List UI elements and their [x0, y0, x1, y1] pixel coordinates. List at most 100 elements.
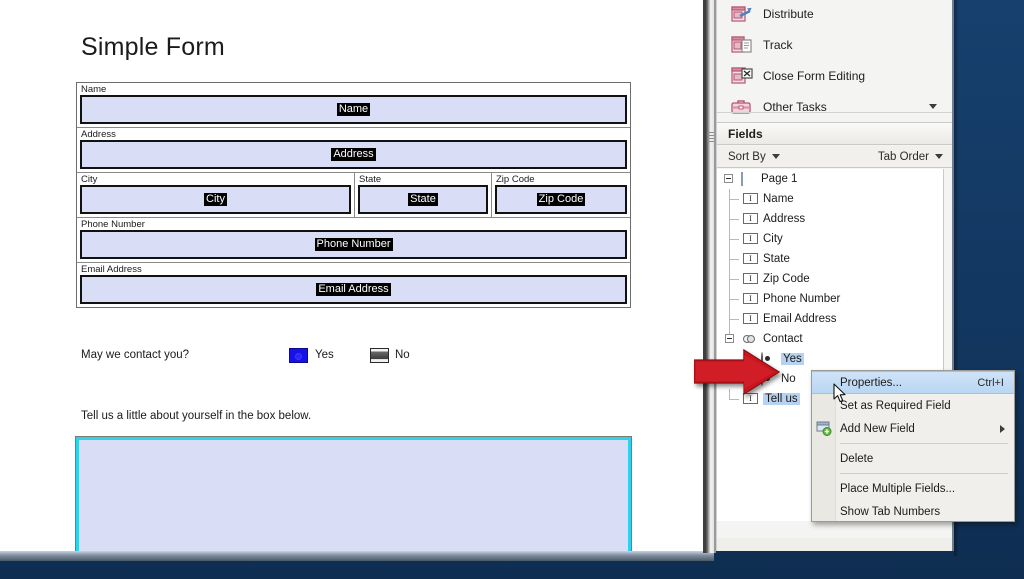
form-row-email: Email Address Email Address	[77, 263, 630, 307]
form-row-address: Address Address	[77, 128, 630, 173]
text-field-icon: I	[743, 232, 758, 246]
field-tag-zip: Zip Code	[536, 193, 586, 206]
tree-label-phone-number: Phone Number	[763, 293, 841, 305]
tree-item-contact[interactable]: Contact	[717, 329, 943, 349]
tree-item-phone-number[interactable]: I Phone Number	[717, 289, 943, 309]
sort-by-label: Sort By	[728, 150, 766, 163]
form-table: Name Name Address Address City City Stat…	[76, 82, 631, 308]
text-field-icon: I	[743, 252, 758, 266]
tree-label-email-address: Email Address	[763, 313, 837, 325]
annotation-arrow-icon	[693, 348, 781, 396]
tab-order-label: Tab Order	[877, 150, 929, 163]
task-list-divider	[717, 112, 952, 113]
about-instruction-label: Tell us a little about yourself in the b…	[81, 410, 312, 422]
field-label-address: Address	[81, 129, 116, 140]
fields-section-header: Fields	[717, 122, 952, 145]
chevron-down-icon	[771, 154, 780, 159]
field-widget-city[interactable]: City	[80, 185, 351, 214]
tree-item-name[interactable]: I Name	[717, 189, 943, 209]
task-item-distribute[interactable]: Distribute	[717, 0, 952, 29]
field-label-phone: Phone Number	[81, 219, 145, 230]
form-row-city-state-zip: City City State State Zip Code Zip Code	[77, 173, 630, 218]
expander-minus-icon[interactable]	[724, 174, 733, 183]
text-field-icon: I	[743, 312, 758, 326]
expander-minus-icon[interactable]	[725, 334, 734, 343]
field-widget-address[interactable]: Address	[80, 140, 627, 169]
about-textarea-widget[interactable]	[76, 437, 631, 555]
tree-label-zip-code: Zip Code	[763, 273, 810, 285]
tree-label-name: Name	[763, 193, 794, 205]
form-cell-address: Address Address	[77, 128, 630, 172]
field-tag-phone: Phone Number	[314, 238, 393, 251]
mouse-cursor-icon	[833, 383, 847, 404]
field-widget-name[interactable]: Name	[80, 95, 627, 124]
text-field-icon: I	[743, 292, 758, 306]
tree-item-email-address[interactable]: I Email Address	[717, 309, 943, 329]
chevron-down-icon	[935, 154, 943, 159]
field-tag-state: State	[408, 193, 438, 206]
field-widget-email[interactable]: Email Address	[80, 275, 627, 304]
tree-label-contact: Contact	[763, 333, 803, 345]
fields-sort-bar: Sort By Tab Order	[717, 146, 952, 168]
tree-item-state[interactable]: I State	[717, 249, 943, 269]
other-tasks-icon	[731, 97, 753, 117]
tree-item-zip-code[interactable]: I Zip Code	[717, 269, 943, 289]
context-menu-item-show-tab-numbers[interactable]: Show Tab Numbers	[812, 500, 1014, 523]
context-menu-item-place-multiple-fields[interactable]: Place Multiple Fields...	[812, 477, 1014, 500]
form-cell-zip: Zip Code Zip Code	[492, 173, 630, 217]
task-item-close-form-editing[interactable]: Close Form Editing	[717, 60, 952, 91]
tree-item-city[interactable]: I City	[717, 229, 943, 249]
text-field-icon: I	[743, 192, 758, 206]
context-menu-label-show-tab-numbers: Show Tab Numbers	[840, 505, 941, 518]
document-bottom-bar	[0, 551, 714, 561]
context-menu-label-place-multiple-fields: Place Multiple Fields...	[840, 482, 956, 495]
field-widget-zip[interactable]: Zip Code	[495, 185, 627, 214]
tree-label-no: No	[781, 373, 796, 385]
radio-no-widget[interactable]	[370, 348, 389, 363]
sort-by-dropdown[interactable]: Sort By	[728, 151, 780, 163]
tree-label-city: City	[763, 233, 783, 245]
tree-label-state: State	[763, 253, 790, 265]
text-field-icon: I	[743, 212, 758, 226]
distribute-icon	[731, 4, 753, 24]
field-tag-email: Email Address	[316, 283, 391, 296]
submenu-arrow-icon	[1000, 425, 1005, 433]
tree-item-page-1[interactable]: Page 1	[717, 169, 943, 189]
tree-item-address[interactable]: I Address	[717, 209, 943, 229]
panel-bottom-strip	[717, 538, 952, 551]
contact-question-row: May we contact you? Yes No	[81, 348, 641, 370]
form-row-phone: Phone Number Phone Number	[77, 218, 630, 263]
field-label-email: Email Address	[81, 264, 142, 275]
chevron-down-icon[interactable]	[929, 104, 937, 109]
context-menu-item-add-new-field[interactable]: Add New Field	[812, 417, 1014, 440]
field-label-city: City	[81, 174, 98, 185]
form-cell-name: Name Name	[77, 83, 630, 127]
context-menu-label-delete: Delete	[840, 452, 874, 465]
field-widget-phone[interactable]: Phone Number	[80, 230, 627, 259]
radio-yes-label: Yes	[315, 349, 334, 361]
field-tag-name: Name	[336, 103, 371, 116]
tree-label-page-1: Page 1	[761, 173, 798, 185]
radio-yes-widget[interactable]	[289, 348, 308, 363]
task-label-distribute: Distribute	[763, 6, 814, 21]
page-icon	[741, 171, 756, 186]
task-item-track[interactable]: Track	[717, 29, 952, 60]
form-row-name: Name Name	[77, 83, 630, 128]
page-title: Simple Form	[81, 33, 225, 61]
field-tag-city: City	[204, 193, 227, 206]
form-cell-phone: Phone Number Phone Number	[77, 218, 630, 262]
context-menu-label-add-new-field: Add New Field	[840, 422, 915, 435]
context-menu-accel-properties: Ctrl+I	[977, 376, 1004, 389]
fields-header-label: Fields	[728, 126, 763, 141]
field-widget-state[interactable]: State	[358, 185, 488, 214]
tab-order-dropdown[interactable]: Tab Order	[878, 151, 943, 163]
task-list: Distribute Track Close Form Editing Othe…	[717, 0, 952, 122]
context-menu-item-delete[interactable]: Delete	[812, 447, 1014, 470]
context-menu-separator	[840, 473, 1008, 474]
radio-group-icon	[743, 333, 758, 346]
form-cell-state: State State	[355, 173, 492, 217]
tree-label-yes: Yes	[781, 353, 804, 365]
form-cell-city: City City	[77, 173, 355, 217]
task-item-other-tasks[interactable]: Other Tasks	[717, 91, 952, 122]
contact-question-label: May we contact you?	[81, 349, 190, 361]
